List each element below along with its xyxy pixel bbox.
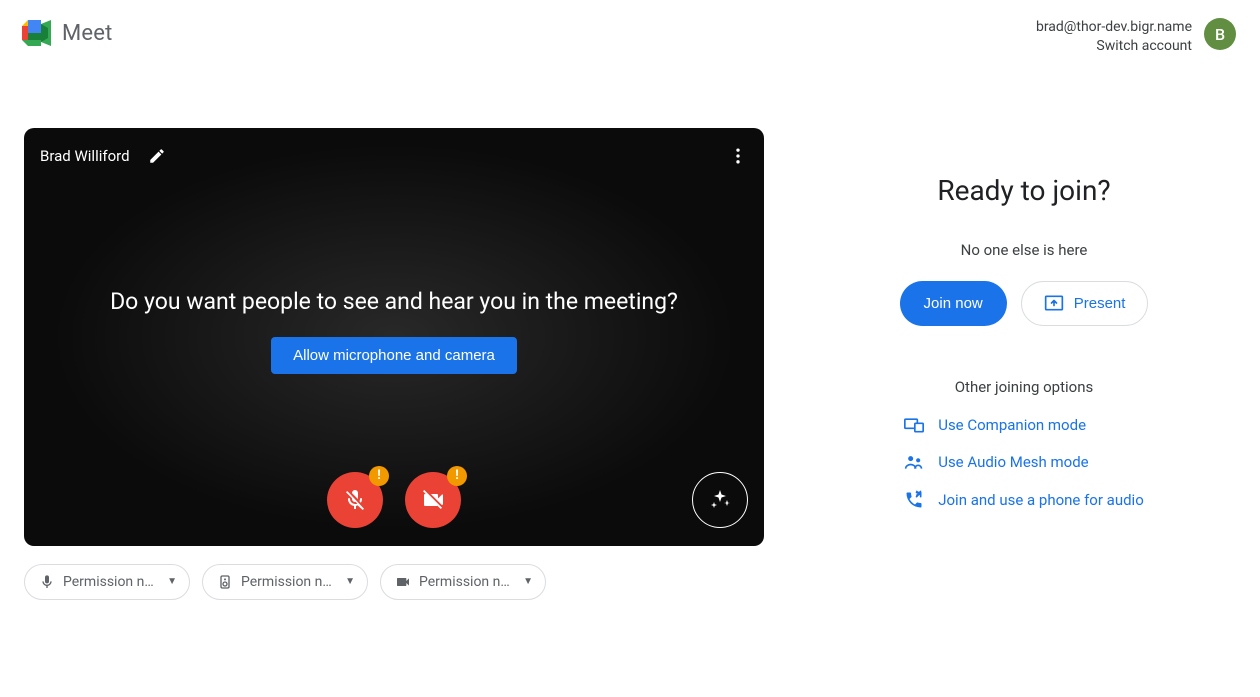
present-button[interactable]: Present	[1021, 281, 1149, 326]
visual-effects-button[interactable]	[692, 472, 748, 528]
join-panel: Ready to join? No one else is here Join …	[812, 128, 1236, 600]
more-options-button[interactable]	[724, 142, 752, 170]
chevron-down-icon: ▼	[167, 576, 177, 587]
present-label: Present	[1074, 295, 1126, 312]
audio-mesh-icon	[904, 452, 924, 472]
camera-off-icon	[421, 488, 445, 512]
meet-logo-icon	[20, 18, 56, 48]
mic-toggle-button[interactable]: !	[327, 472, 383, 528]
header: Meet brad@thor-dev.bigr.name Switch acco…	[0, 0, 1260, 56]
phone-icon	[904, 490, 924, 510]
chevron-down-icon: ▼	[345, 576, 355, 587]
more-vert-icon	[728, 146, 748, 166]
phone-label: Join and use a phone for audio	[938, 491, 1144, 509]
mic-device-label: Permission ne…	[63, 574, 159, 590]
chevron-down-icon: ▼	[523, 576, 533, 587]
mic-icon	[39, 574, 55, 590]
companion-label: Use Companion mode	[938, 416, 1086, 434]
edit-name-button[interactable]	[144, 143, 170, 169]
account-email: brad@thor-dev.bigr.name	[1036, 18, 1192, 37]
video-preview: Brad Williford Do you want people to see…	[24, 128, 764, 546]
sparkle-icon	[708, 488, 732, 512]
audio-mesh-label: Use Audio Mesh mode	[938, 453, 1088, 471]
mic-warning-badge: !	[369, 466, 389, 486]
allow-mic-camera-button[interactable]: Allow microphone and camera	[271, 337, 517, 374]
camera-icon	[395, 574, 411, 590]
speaker-icon	[217, 574, 233, 590]
companion-mode-option[interactable]: Use Companion mode	[904, 416, 1086, 434]
present-icon	[1044, 294, 1064, 312]
camera-device-label: Permission ne…	[419, 574, 515, 590]
phone-audio-option[interactable]: Join and use a phone for audio	[904, 490, 1144, 510]
camera-warning-badge: !	[447, 466, 467, 486]
other-options-header: Other joining options	[955, 378, 1094, 396]
camera-device-selector[interactable]: Permission ne… ▼	[380, 564, 546, 600]
pencil-icon	[148, 147, 166, 165]
avatar[interactable]: B	[1204, 18, 1236, 50]
ready-headline: Ready to join?	[937, 174, 1110, 207]
mic-off-icon	[343, 488, 367, 512]
account-area: brad@thor-dev.bigr.name Switch account B	[1036, 18, 1236, 56]
brand-name: Meet	[62, 21, 113, 46]
speaker-device-selector[interactable]: Permission ne… ▼	[202, 564, 368, 600]
camera-toggle-button[interactable]: !	[405, 472, 461, 528]
participant-name: Brad Williford	[40, 147, 130, 165]
audio-mesh-option[interactable]: Use Audio Mesh mode	[904, 452, 1088, 472]
permission-prompt: Do you want people to see and hear you i…	[24, 288, 764, 315]
brand[interactable]: Meet	[20, 18, 113, 48]
speaker-device-label: Permission ne…	[241, 574, 337, 590]
presence-text: No one else is here	[961, 241, 1088, 259]
switch-account-link[interactable]: Switch account	[1036, 37, 1192, 56]
join-now-button[interactable]: Join now	[900, 281, 1007, 326]
mic-device-selector[interactable]: Permission ne… ▼	[24, 564, 190, 600]
companion-icon	[904, 416, 924, 434]
